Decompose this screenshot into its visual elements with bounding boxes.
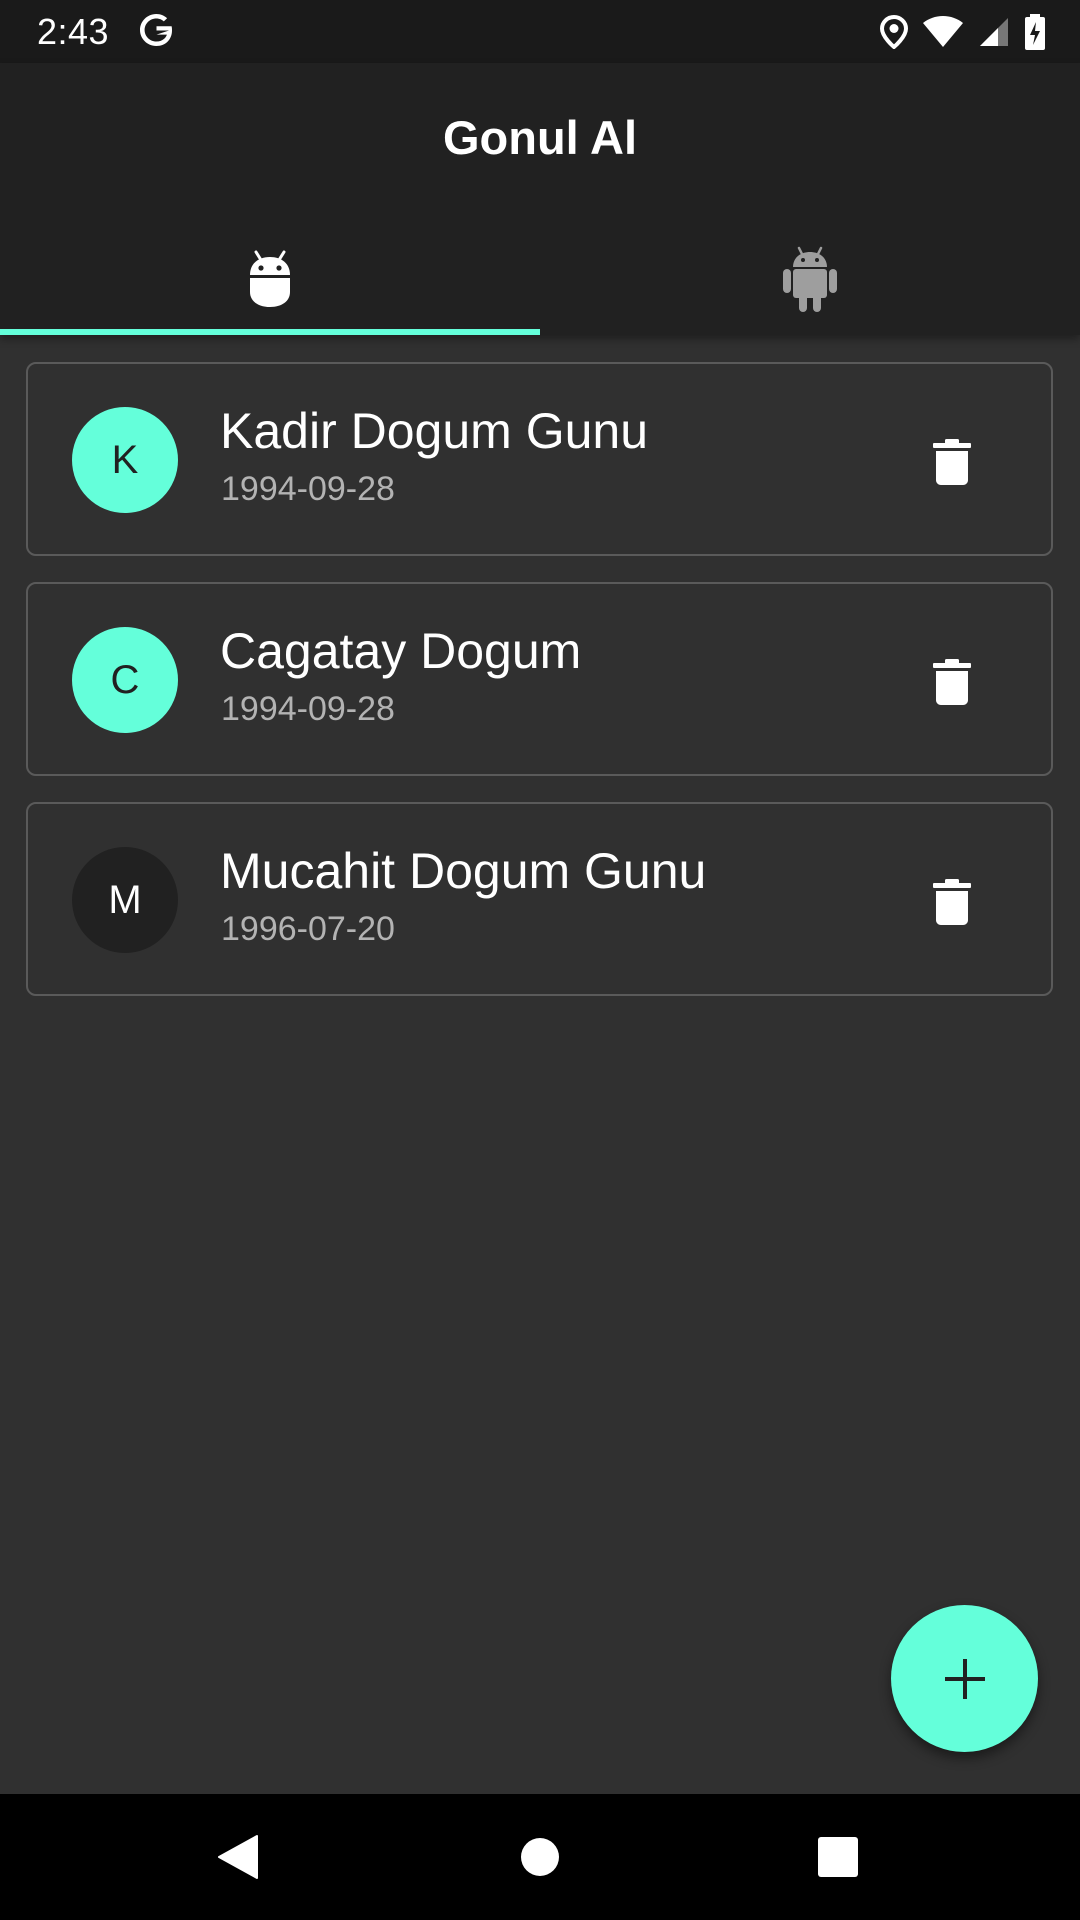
item-title: Mucahit Dogum Gunu xyxy=(220,843,707,899)
plus-icon xyxy=(944,1658,985,1699)
trash-icon xyxy=(933,879,971,925)
page-title: Gonul Al xyxy=(442,111,638,164)
recents-button[interactable] xyxy=(806,1825,870,1889)
list-item[interactable]: M Mucahit Dogum Gunu 1996-07-20 xyxy=(26,802,1053,996)
signal-icon xyxy=(980,18,1008,46)
location-icon xyxy=(880,15,908,49)
list-item[interactable]: K Kadir Dogum Gunu 1994-09-28 xyxy=(26,362,1053,556)
item-title: Kadir Dogum Gunu xyxy=(220,403,649,459)
home-icon xyxy=(521,1838,559,1876)
item-title: Cagatay Dogum xyxy=(220,623,582,679)
delete-button[interactable] xyxy=(924,874,980,930)
item-date: 1994-09-28 xyxy=(221,690,395,728)
recents-icon xyxy=(818,1837,858,1877)
android-robot-icon xyxy=(783,246,837,312)
item-date: 1994-09-28 xyxy=(221,470,395,508)
item-date: 1996-07-20 xyxy=(221,910,395,948)
tab-android-head[interactable] xyxy=(0,223,540,335)
avatar: M xyxy=(72,847,178,953)
status-bar: 2:43 xyxy=(0,0,1080,63)
trash-icon xyxy=(933,439,971,485)
system-nav-bar xyxy=(0,1794,1080,1920)
wifi-icon xyxy=(923,16,963,47)
home-button[interactable] xyxy=(508,1825,572,1889)
app-bar: Gonul Al xyxy=(0,63,1080,335)
birthday-list: K Kadir Dogum Gunu 1994-09-28 C Cagatay … xyxy=(26,362,1053,1022)
delete-button[interactable] xyxy=(924,434,980,490)
back-button[interactable] xyxy=(206,1825,270,1889)
delete-button[interactable] xyxy=(924,654,980,710)
add-button[interactable] xyxy=(891,1605,1038,1752)
avatar: C xyxy=(72,627,178,733)
back-icon xyxy=(218,1835,258,1879)
google-icon xyxy=(140,14,172,46)
tab-android-robot[interactable] xyxy=(540,223,1080,335)
trash-icon xyxy=(933,659,971,705)
android-head-icon xyxy=(250,250,290,307)
status-time: 2:43 xyxy=(37,11,110,52)
battery-charging-icon xyxy=(1025,14,1045,50)
tab-indicator xyxy=(0,329,540,335)
avatar: K xyxy=(72,407,178,513)
list-item[interactable]: C Cagatay Dogum 1994-09-28 xyxy=(26,582,1053,776)
tab-bar xyxy=(0,223,1080,335)
